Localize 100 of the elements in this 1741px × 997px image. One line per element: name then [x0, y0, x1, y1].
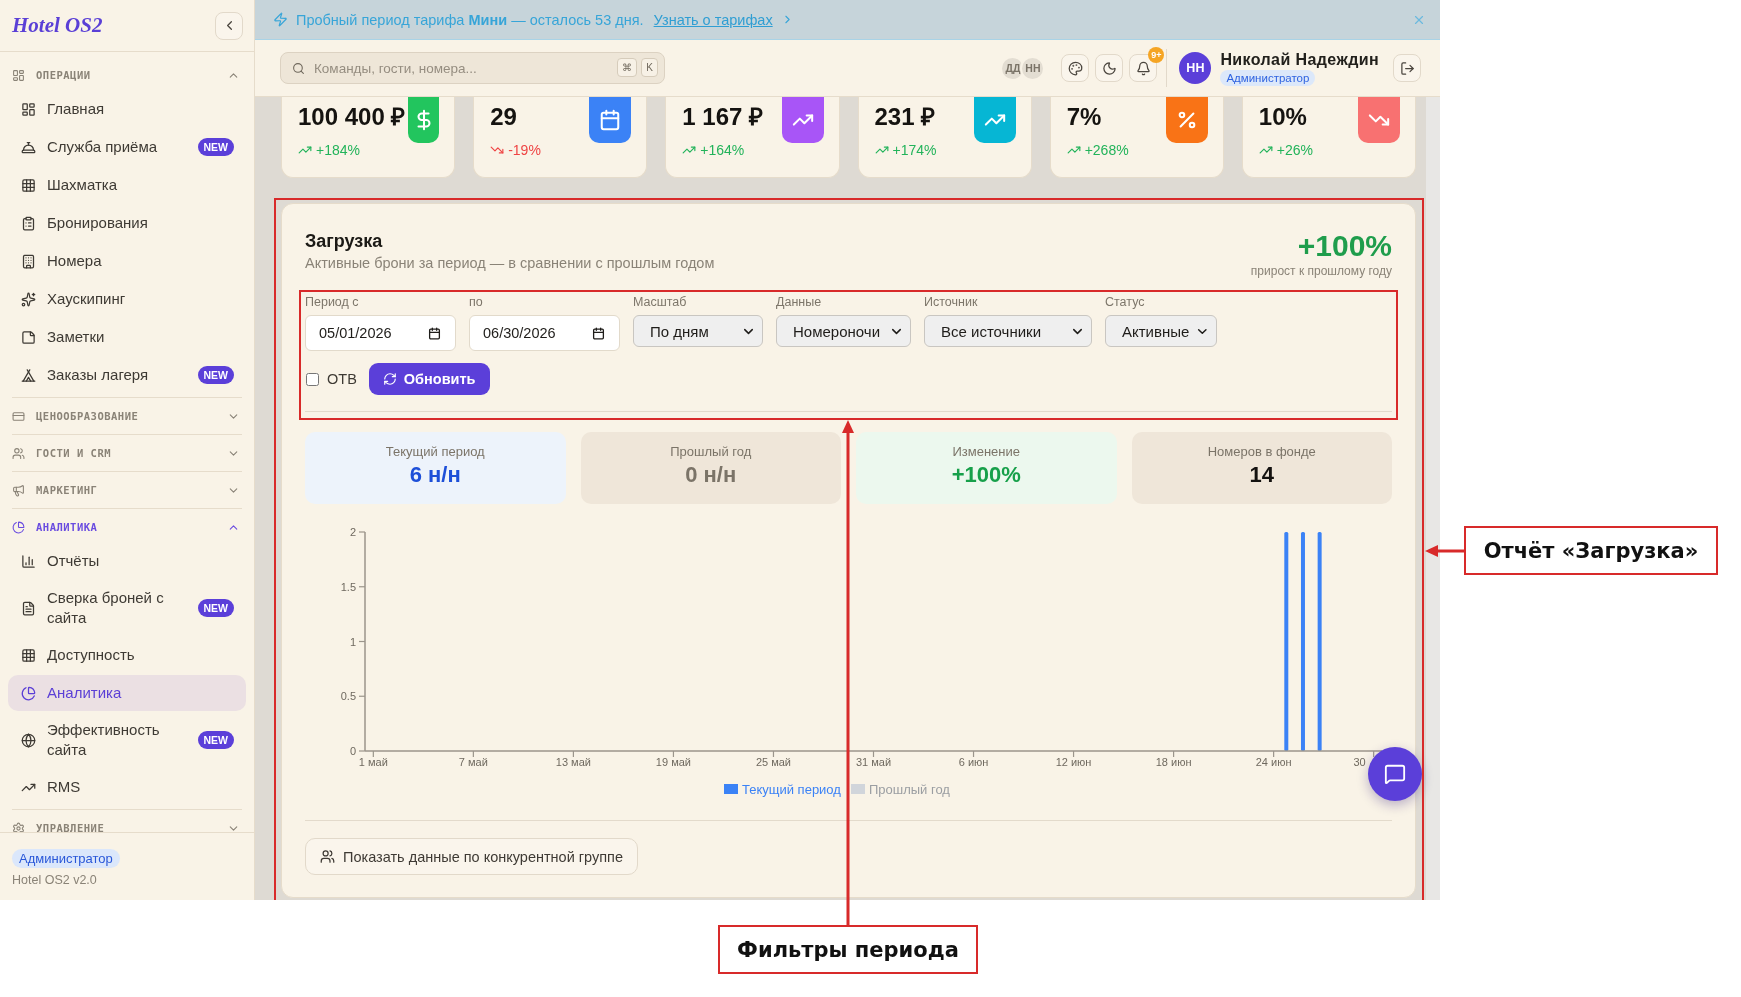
nav-item[interactable]: Сверка броней с сайта NEW — [8, 581, 246, 635]
select-field[interactable]: Все источники — [924, 315, 1092, 347]
users-icon — [12, 446, 25, 460]
select-field[interactable]: Номероночи — [776, 315, 911, 347]
kpi-value: 7% — [1066, 102, 1102, 132]
axis-tick-label: 6 июн — [958, 756, 989, 768]
stat-label: Номеров в фонде — [1207, 444, 1316, 460]
axis-tick-label: 13 май — [555, 756, 591, 768]
refresh-icon — [382, 372, 397, 386]
otb-checkbox[interactable] — [306, 372, 319, 386]
stat-value: 6 н/н — [409, 461, 461, 489]
nav-item[interactable]: Эффективность сайта NEW — [8, 713, 246, 767]
callout-arrow — [1425, 545, 1464, 557]
filter-label: Данные — [776, 294, 823, 310]
moon-icon — [1101, 60, 1117, 76]
select-field[interactable]: Активные — [1105, 315, 1217, 347]
service-bell-icon — [21, 139, 36, 155]
note-icon — [21, 329, 36, 345]
kpi-change: +164% — [700, 141, 745, 159]
section-toggle[interactable]: МАРКЕТИНГ — [0, 476, 254, 504]
shortcut-key: K — [641, 58, 658, 77]
axis-tick-label: 12 июн — [1055, 756, 1092, 768]
nav-item[interactable]: Служба приёма NEW — [8, 129, 246, 165]
report-subtitle: Активные брони за период — в сравнении с прошлым годом — [305, 254, 715, 273]
filter-label: Период с — [305, 294, 360, 310]
axis-tick-label: 1.5 — [340, 580, 356, 593]
grid-icon — [21, 647, 36, 663]
kpi-change: +268% — [1084, 141, 1129, 159]
kpi-value: 231 ₽ — [874, 102, 936, 132]
logout-icon — [1399, 60, 1415, 76]
callout-label: Отчёт «Загрузка» — [1464, 526, 1718, 575]
pie-chart-icon — [12, 520, 25, 534]
calendar-icon — [428, 326, 441, 340]
pie-chart-icon — [21, 685, 36, 701]
feature-badge: NEW — [197, 731, 234, 749]
filter-label: Масштаб — [633, 294, 688, 310]
nav-item[interactable]: Отчёты — [8, 543, 246, 579]
axis-tick-label: 0.5 — [340, 690, 356, 703]
kpi-value: 1 167 ₽ — [682, 102, 764, 132]
search-icon — [292, 62, 305, 75]
role-tag: Администратор — [1220, 70, 1316, 86]
lightning-icon — [273, 12, 288, 27]
axis-tick-label: 0 — [349, 745, 356, 757]
bar-chart-icon — [21, 553, 36, 569]
peer-group-button[interactable]: Показать данные по конкурентной группе — [305, 838, 639, 875]
growth-caption: прирост к прошлому году — [1250, 263, 1392, 279]
logout-button[interactable] — [1393, 54, 1421, 82]
kpi-change: -19% — [508, 141, 541, 159]
nav-item[interactable]: Заметки — [8, 319, 246, 355]
nav-item[interactable]: Номера — [8, 243, 246, 279]
nav-item[interactable]: Доступность — [8, 637, 246, 673]
stat-label: Прошлый год — [670, 444, 752, 460]
scrollbar[interactable] — [1426, 97, 1440, 900]
banner-message: Пробный период тарифа Мини — осталось 53 дня. — [296, 11, 644, 28]
stat-label: Текущий период — [385, 444, 485, 460]
globe-icon — [21, 732, 36, 748]
stat-label: Изменение — [952, 444, 1021, 460]
growth-value: +100% — [1297, 229, 1392, 263]
section-toggle[interactable]: АНАЛИТИКА — [0, 513, 254, 541]
report-title: Загрузка — [305, 230, 384, 253]
nav-item[interactable]: RMS — [8, 769, 246, 805]
kpi-value: 100 400 ₽ — [298, 102, 406, 132]
feature-badge: NEW — [197, 366, 234, 384]
dashboard-icon — [12, 68, 25, 82]
card-icon — [12, 409, 25, 423]
checkbox-label: ОТВ — [327, 371, 357, 387]
palette-button[interactable] — [1061, 54, 1090, 82]
notification-count: 9+ — [1148, 47, 1165, 63]
axis-tick-label: 1 — [349, 635, 356, 648]
stat-value: 0 н/н — [685, 461, 737, 489]
nav-item[interactable]: Главная — [8, 91, 246, 127]
nav-item[interactable]: Шахматка — [8, 167, 246, 203]
building-icon — [21, 253, 36, 269]
date-field[interactable]: 05/01/2026 — [305, 315, 456, 351]
axis-tick-label: 30 — [1353, 756, 1366, 768]
nav-item[interactable]: Заказы лагеря NEW — [8, 357, 246, 393]
nav-item[interactable]: Аналитика — [8, 675, 246, 711]
gear-icon — [12, 821, 25, 832]
stat-value: +100% — [951, 461, 1021, 489]
nav-item[interactable]: Хаускипинг — [8, 281, 246, 317]
select-field[interactable]: По дням — [633, 315, 763, 347]
version-text: Hotel OS2 v2.0 — [12, 872, 97, 888]
grid-icon — [21, 177, 36, 193]
shortcut-key: ⌘ — [617, 58, 637, 77]
axis-tick-label: 31 май — [855, 756, 892, 768]
feature-badge: NEW — [197, 138, 234, 156]
document-icon — [21, 600, 36, 616]
axis-tick-label: 18 июн — [1155, 756, 1192, 768]
callout-label: Фильтры периода — [718, 925, 978, 974]
kpi-change: +174% — [892, 141, 937, 159]
stat-value: 14 — [1249, 461, 1274, 489]
filter-label: Источник — [924, 294, 979, 310]
date-field[interactable]: 06/30/2026 — [469, 315, 620, 351]
nav-item[interactable]: Бронирования — [8, 205, 246, 241]
axis-tick-label: 7 май — [458, 756, 488, 768]
dark-mode-button[interactable] — [1095, 54, 1124, 82]
users-icon — [320, 849, 335, 864]
dashboard-icon — [21, 101, 36, 117]
refresh-button[interactable]: Обновить — [368, 363, 490, 395]
user-avatar: НН — [1179, 52, 1212, 84]
